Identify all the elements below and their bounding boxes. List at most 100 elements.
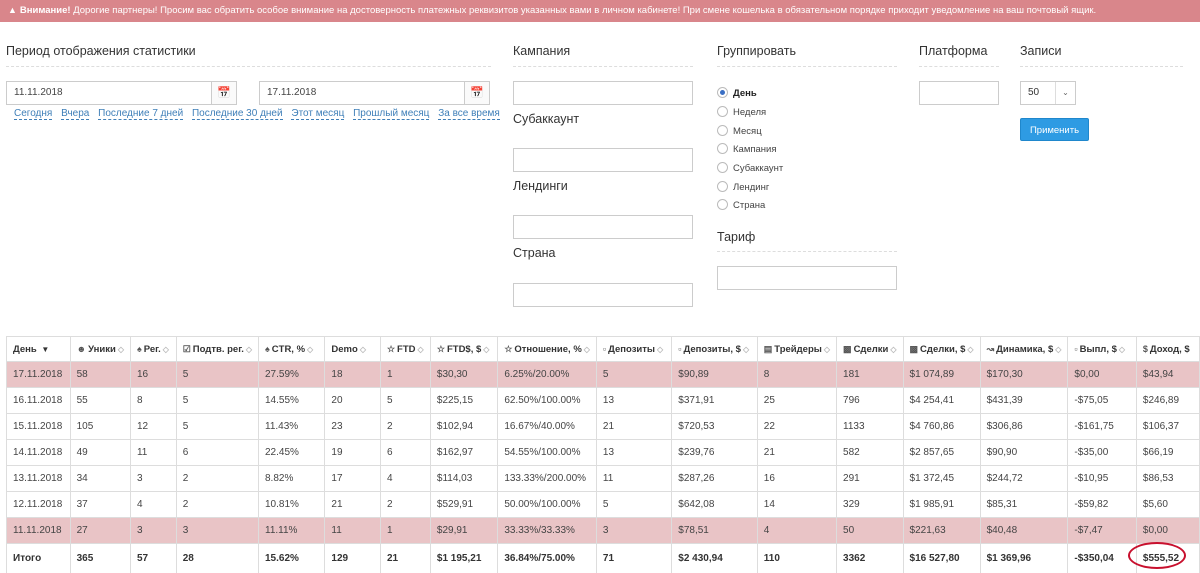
radio-selected-icon[interactable] xyxy=(717,87,728,98)
col-header-reg[interactable]: ♠ Рег. ◇ xyxy=(129,336,177,362)
group-option-label: Неделя xyxy=(733,107,767,118)
col-header-uniques[interactable]: ☻ Уники ◇ xyxy=(69,336,131,362)
table-cell: 329 xyxy=(836,491,904,518)
sort-icon: ◇ xyxy=(967,344,974,354)
date-link[interactable]: 14.11.2018 xyxy=(6,439,71,466)
sort-icon: ◇ xyxy=(307,344,314,354)
radio-icon[interactable] xyxy=(717,162,728,173)
col-header-ctr[interactable]: ♠ CTR, % ◇ xyxy=(257,336,326,362)
country-input[interactable] xyxy=(513,283,693,307)
group-option-day[interactable]: День xyxy=(717,87,757,99)
quick-30days-link[interactable]: Последние 30 дней xyxy=(191,108,283,120)
tariff-input[interactable] xyxy=(717,266,897,290)
table-cell: $1 372,45 xyxy=(902,465,981,492)
table-row: 16.11.2018 55 8 5 14.55% 20 5 $225,15 62.50%/100… xyxy=(6,387,1200,414)
table-cell: 1 xyxy=(379,361,431,388)
table-cell[interactable]: 8 xyxy=(129,387,177,414)
table-cell: 1 xyxy=(379,517,431,544)
table-cell: 22 xyxy=(756,413,838,440)
table-cell[interactable]: 12 xyxy=(129,413,177,440)
table-cell: 33.33%/33.33% xyxy=(497,517,597,544)
table-cell[interactable]: 3 xyxy=(129,517,177,544)
quick-yesterday-link[interactable]: Вчера xyxy=(61,108,90,120)
col-header-deposits[interactable]: ▫ Депозиты ◇ xyxy=(595,336,673,362)
group-option-campaign[interactable]: Кампания xyxy=(717,143,776,155)
date-from-input[interactable]: 11.11.2018 xyxy=(6,81,212,105)
subaccount-input[interactable] xyxy=(513,148,693,172)
quick-last-month-link[interactable]: Прошлый месяц xyxy=(353,108,430,120)
col-header-day[interactable]: День ▼ xyxy=(6,336,71,362)
group-option-month[interactable]: Месяц xyxy=(717,125,762,137)
traders-icon: ▤ xyxy=(763,343,773,354)
col-header-deals[interactable]: ▩ Сделки ◇ xyxy=(836,336,904,362)
col-header-dynamics[interactable]: ↝ Динамика, $ ◇ xyxy=(979,336,1069,362)
table-cell: 50.00%/100.00% xyxy=(497,491,597,518)
table-cell: 14.55% xyxy=(257,387,326,414)
calendar-icon[interactable]: 📅 xyxy=(464,81,490,105)
table-cell: 10.81% xyxy=(257,491,326,518)
table-cell[interactable]: 3 xyxy=(129,465,177,492)
radio-icon[interactable] xyxy=(717,181,728,192)
date-to-input[interactable]: 17.11.2018 xyxy=(259,81,465,105)
col-header-demo[interactable]: Demo ◇ xyxy=(324,336,381,362)
table-cell[interactable]: 16 xyxy=(129,361,177,388)
date-link[interactable]: 11.11.2018 xyxy=(6,517,71,544)
table-cell: $170,30 xyxy=(979,361,1069,388)
calendar-icon[interactable]: 📅 xyxy=(211,81,237,105)
group-option-subaccount[interactable]: Субаккаунт xyxy=(717,162,783,174)
radio-icon[interactable] xyxy=(717,125,728,136)
total-cell: $1 195,21 xyxy=(429,543,499,573)
group-option-week[interactable]: Неделя xyxy=(717,106,766,118)
table-cell: 20 xyxy=(324,387,381,414)
total-cell: 71 xyxy=(595,543,673,573)
table-cell: 21 xyxy=(595,413,673,440)
group-option-landing[interactable]: Лендинг xyxy=(717,181,769,193)
date-link[interactable]: 15.11.2018 xyxy=(6,413,71,440)
table-cell: 5 xyxy=(595,491,673,518)
col-header-deals-usd[interactable]: ▩ Сделки, $ ◇ xyxy=(902,336,981,362)
apply-button[interactable]: Применить xyxy=(1020,118,1089,141)
table-cell: 27 xyxy=(69,517,131,544)
quick-all-time-link[interactable]: За все время xyxy=(438,108,500,120)
tariff-divider xyxy=(717,251,897,252)
col-header-income[interactable]: $ Доход, $ xyxy=(1135,336,1200,362)
table-cell: $2 857,65 xyxy=(902,439,981,466)
table-cell: $114,03 xyxy=(429,465,499,492)
col-header-ftd[interactable]: ☆ FTD ◇ xyxy=(379,336,431,362)
table-cell: $106,37 xyxy=(1135,413,1200,440)
table-cell: 6.25%/20.00% xyxy=(497,361,597,388)
quick-7days-link[interactable]: Последние 7 дней xyxy=(98,108,184,120)
table-cell: 582 xyxy=(836,439,904,466)
col-header-ratio[interactable]: ☆ Отношение, % ◇ xyxy=(497,336,597,362)
platform-label: Платформа xyxy=(919,44,988,58)
radio-icon[interactable] xyxy=(717,199,728,210)
quick-today-link[interactable]: Сегодня xyxy=(14,108,53,120)
table-cell: 105 xyxy=(69,413,131,440)
table-cell: 11.11% xyxy=(257,517,326,544)
quick-this-month-link[interactable]: Этот месяц xyxy=(291,108,345,120)
table-cell[interactable]: 4 xyxy=(129,491,177,518)
sort-icon: ◇ xyxy=(359,344,366,354)
radio-icon[interactable] xyxy=(717,143,728,154)
platform-input[interactable] xyxy=(919,81,999,105)
table-cell: 5 xyxy=(175,387,260,414)
landings-input[interactable] xyxy=(513,215,693,239)
date-link[interactable]: 13.11.2018 xyxy=(6,465,71,492)
col-header-traders[interactable]: ▤ Трейдеры ◇ xyxy=(756,336,838,362)
radio-icon[interactable] xyxy=(717,106,728,117)
col-header-ftd-usd[interactable]: ☆ FTD$, $ ◇ xyxy=(429,336,499,362)
date-link[interactable]: 12.11.2018 xyxy=(6,491,71,518)
group-option-country[interactable]: Страна xyxy=(717,199,765,211)
campaign-input[interactable] xyxy=(513,81,693,105)
table-cell: 4 xyxy=(756,517,838,544)
date-link[interactable]: 17.11.2018 xyxy=(6,361,71,388)
table-cell: $371,91 xyxy=(671,387,758,414)
table-cell[interactable]: 11 xyxy=(129,439,177,466)
chart-icon: ▩ xyxy=(843,343,852,354)
date-link[interactable]: 16.11.2018 xyxy=(6,387,71,414)
records-select[interactable]: 50 ⌄ xyxy=(1020,81,1076,105)
col-header-payout[interactable]: ▫ Выпл, $ ◇ xyxy=(1067,336,1137,362)
col-header-confirmed-reg[interactable]: ☑ Подтв. рег. ◇ xyxy=(175,336,260,362)
col-header-deposits-usd[interactable]: ▫ Депозиты, $ ◇ xyxy=(671,336,758,362)
table-cell: $0,00 xyxy=(1135,517,1200,544)
